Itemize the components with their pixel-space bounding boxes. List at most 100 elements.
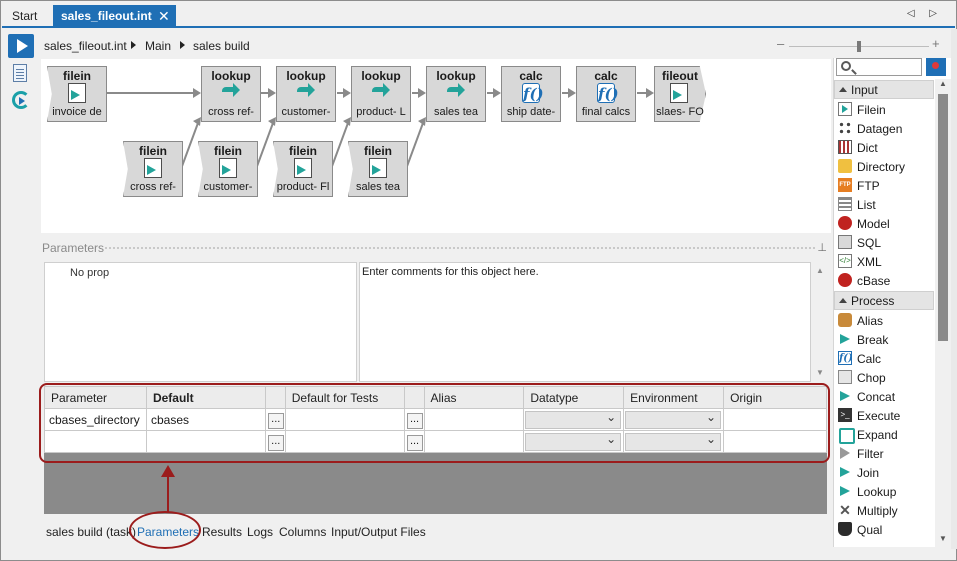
- zoom-slider-thumb[interactable]: [857, 41, 861, 52]
- model-icon: [838, 216, 852, 230]
- palette-item-datagen[interactable]: Datagen: [834, 119, 934, 138]
- palette-item-xml[interactable]: </> XML: [834, 252, 934, 271]
- palette-item-lookup[interactable]: Lookup: [834, 482, 934, 501]
- concat-icon: [838, 389, 852, 403]
- file-arrow-icon: [369, 158, 387, 178]
- graph-node-lookup[interactable]: lookup sales tea: [426, 66, 486, 122]
- document-icon[interactable]: [8, 62, 34, 86]
- graph-node-lookup[interactable]: lookup product- L: [351, 66, 411, 122]
- task-graph-canvas[interactable]: filein invoice de lookup cross ref- look…: [41, 59, 831, 233]
- pin-icon[interactable]: ⊥: [817, 241, 827, 254]
- palette-item-filein[interactable]: Filein: [834, 100, 934, 119]
- palette-item-directory[interactable]: Directory: [834, 157, 934, 176]
- palette-category-input[interactable]: Input: [834, 80, 934, 99]
- zoom-slider[interactable]: – +: [777, 36, 941, 52]
- zoom-out-icon[interactable]: –: [777, 36, 784, 51]
- palette-item-chop[interactable]: Chop: [834, 368, 934, 387]
- breadcrumb: sales_fileout.int Main sales build: [39, 30, 829, 58]
- close-tab-icon[interactable]: ✕: [158, 5, 170, 27]
- tab-scroll-arrows-icon[interactable]: ◁ ▷: [907, 8, 943, 19]
- lookup-arrow-icon: [297, 83, 315, 103]
- tab-results[interactable]: Results: [202, 525, 242, 539]
- xml-icon: </>: [838, 254, 852, 268]
- tab-start[interactable]: Start: [4, 5, 45, 28]
- palette-list: Input Filein Datagen Dict Directory FTP F…: [834, 79, 934, 539]
- file-arrow-icon: [68, 83, 86, 103]
- list-icon: [838, 197, 852, 211]
- breadcrumb-item-file[interactable]: sales_fileout.int: [44, 39, 127, 53]
- palette-item-join[interactable]: Join: [834, 463, 934, 482]
- lookup-arrow-icon: [222, 83, 240, 103]
- palette-item-concat[interactable]: Concat: [834, 387, 934, 406]
- palette-item-ftp[interactable]: FTP FTP: [834, 176, 934, 195]
- run-button[interactable]: [8, 34, 34, 58]
- palette-category-process[interactable]: Process: [834, 291, 934, 310]
- graph-node-filein[interactable]: filein sales tea: [348, 141, 408, 197]
- palette-item-sql[interactable]: SQL: [834, 233, 934, 252]
- left-toolbar: [2, 30, 38, 550]
- palette-search-input[interactable]: [836, 58, 922, 76]
- graph-node-filein[interactable]: filein cross ref-: [123, 141, 183, 197]
- lookup-arrow-icon: [372, 83, 390, 103]
- graph-node-filein[interactable]: filein product- Fl: [273, 141, 333, 197]
- breadcrumb-separator-icon: [131, 41, 136, 49]
- graph-node-lookup[interactable]: lookup cross ref-: [201, 66, 261, 122]
- scroll-up-icon[interactable]: ▲: [939, 79, 947, 88]
- graph-node-lookup[interactable]: lookup customer-: [276, 66, 336, 122]
- tab-input-output-files[interactable]: Input/Output Files: [331, 525, 426, 539]
- multiply-icon: ✕: [839, 502, 851, 518]
- tab-task[interactable]: sales build (task): [46, 525, 136, 539]
- palette-item-break[interactable]: Break: [834, 330, 934, 349]
- palette-item-multiply[interactable]: ✕ Multiply: [834, 501, 934, 520]
- tab-sales-fileout[interactable]: sales_fileout.int ✕: [53, 5, 176, 28]
- palette-item-alias[interactable]: Alias: [834, 311, 934, 330]
- palette-scrollbar[interactable]: ▲ ▼: [935, 79, 951, 547]
- annotation-highlight-box: [39, 383, 830, 463]
- palette-item-model[interactable]: Model: [834, 214, 934, 233]
- palette-item-list[interactable]: List: [834, 195, 934, 214]
- collapse-icon: [839, 298, 847, 303]
- annotation-arrow-shaft: [167, 477, 169, 513]
- palette-item-qual[interactable]: Qual: [834, 520, 934, 539]
- tab-label: sales_fileout.int: [61, 9, 152, 23]
- window-edge: [951, 29, 957, 549]
- file-arrow-icon: [144, 158, 162, 178]
- lookup-arrow-icon: [447, 83, 465, 103]
- calc-fx-icon: f(): [522, 83, 544, 103]
- palette-item-calc[interactable]: f() Calc: [834, 349, 934, 368]
- palette-item-execute[interactable]: >_ Execute: [834, 406, 934, 425]
- graph-node-filein[interactable]: filein customer-: [198, 141, 258, 197]
- comments-field[interactable]: Enter comments for this object here.: [359, 262, 811, 382]
- search-icon: [841, 61, 851, 71]
- graph-node-fileout[interactable]: fileout slaes- FO: [654, 66, 706, 122]
- file-arrow-icon: [294, 158, 312, 178]
- palette-item-filter[interactable]: Filter: [834, 444, 934, 463]
- collapse-icon: [839, 87, 847, 92]
- graph-node-filein[interactable]: filein invoice de: [47, 66, 107, 122]
- calc-fx-icon: f(): [597, 83, 619, 103]
- refresh-run-icon[interactable]: [8, 88, 34, 112]
- tab-logs[interactable]: Logs: [247, 525, 273, 539]
- directory-icon: [838, 159, 852, 173]
- pin-palette-icon[interactable]: [926, 58, 946, 76]
- scroll-down-icon[interactable]: ▼: [816, 368, 824, 377]
- scroll-down-icon[interactable]: ▼: [939, 534, 947, 543]
- break-icon: [838, 332, 852, 346]
- sql-icon: [838, 235, 852, 249]
- palette-item-dict[interactable]: Dict: [834, 138, 934, 157]
- breadcrumb-item-task[interactable]: sales build: [193, 39, 250, 53]
- execute-icon: >_: [838, 408, 852, 422]
- palette-item-expand[interactable]: Expand: [834, 425, 934, 444]
- graph-node-calc[interactable]: calc f() ship date-: [501, 66, 561, 122]
- palette-item-cbase[interactable]: cBase: [834, 271, 934, 290]
- graph-node-calc[interactable]: calc f() final calcs: [576, 66, 636, 122]
- tab-columns[interactable]: Columns: [279, 525, 326, 539]
- scrollbar-thumb[interactable]: [938, 94, 948, 341]
- datagen-icon: [838, 121, 852, 135]
- expand-icon: [838, 427, 855, 444]
- zoom-in-icon[interactable]: +: [932, 36, 940, 51]
- document-tab-strip: Start sales_fileout.int ✕ ◁ ▷: [2, 2, 955, 28]
- comments-scrollbar[interactable]: ▲ ▼: [811, 262, 828, 382]
- breadcrumb-item-main[interactable]: Main: [145, 39, 171, 53]
- scroll-up-icon[interactable]: ▲: [816, 266, 824, 275]
